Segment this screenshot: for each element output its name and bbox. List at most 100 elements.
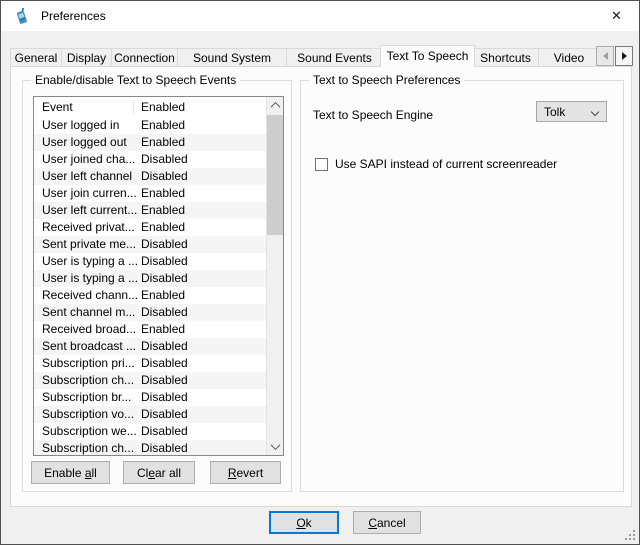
enabled-cell: Disabled xyxy=(141,270,266,287)
tab-label: Display xyxy=(67,51,106,65)
tab-shortcuts[interactable]: Shortcuts xyxy=(472,48,539,67)
tab-scroll-left-button[interactable] xyxy=(596,46,614,66)
table-row[interactable]: Received broad... Enabled xyxy=(34,321,266,338)
event-cell: Sent channel m... xyxy=(42,304,141,321)
engine-dropdown-value: Tolk xyxy=(544,105,565,119)
engine-label: Text to Speech Engine xyxy=(313,108,433,122)
sapi-checkbox-row[interactable]: Use SAPI instead of current screenreader xyxy=(315,157,557,171)
tts-preferences-group: Text to Speech Preferences Text to Speec… xyxy=(300,80,624,492)
scrollbar-thumb[interactable] xyxy=(267,115,284,235)
table-row[interactable]: Subscription br... Disabled xyxy=(34,389,266,406)
enabled-cell: Disabled xyxy=(141,440,266,455)
table-row[interactable]: User is typing a ... Disabled xyxy=(34,253,266,270)
table-row[interactable]: Subscription ch... Disabled xyxy=(34,372,266,389)
table-row[interactable]: User logged in Enabled xyxy=(34,117,266,134)
table-row[interactable]: User joined cha... Disabled xyxy=(34,151,266,168)
tab-label: Sound Events xyxy=(297,51,372,65)
left-arrow-icon xyxy=(603,52,608,60)
table-row[interactable]: User logged out Enabled xyxy=(34,134,266,151)
scroll-up-button[interactable] xyxy=(267,97,284,114)
revert-button[interactable]: Revert xyxy=(210,461,281,484)
tab-video[interactable]: Video xyxy=(538,48,600,67)
table-row[interactable]: Sent private me... Disabled xyxy=(34,236,266,253)
engine-dropdown[interactable]: Tolk xyxy=(536,101,607,122)
dropdown-chevron-icon xyxy=(591,108,599,116)
enabled-cell: Enabled xyxy=(141,134,266,151)
event-cell: Subscription vo... xyxy=(42,406,141,423)
enabled-cell: Enabled xyxy=(141,219,266,236)
ok-button[interactable]: Ok xyxy=(269,511,339,534)
close-button[interactable]: ✕ xyxy=(594,1,639,31)
event-cell: Subscription br... xyxy=(42,389,141,406)
tts-preferences-group-title: Text to Speech Preferences xyxy=(309,73,464,87)
table-row[interactable]: Received privat... Enabled xyxy=(34,219,266,236)
tab-label: General xyxy=(15,51,58,65)
enabled-cell: Disabled xyxy=(141,406,266,423)
enabled-cell: Disabled xyxy=(141,253,266,270)
event-cell: Received broad... xyxy=(42,321,141,338)
table-row[interactable]: Subscription vo... Disabled xyxy=(34,406,266,423)
column-header-event[interactable]: Event xyxy=(42,97,141,117)
tab-connection[interactable]: Connection xyxy=(111,48,178,67)
tab-scroll-right-button[interactable] xyxy=(615,46,633,66)
table-row[interactable]: User join curren... Enabled xyxy=(34,185,266,202)
event-cell: User logged in xyxy=(42,117,141,134)
tab-scroll-buttons xyxy=(595,46,633,66)
column-header-enabled[interactable]: Enabled xyxy=(141,97,266,117)
preferences-dialog: Preferences ✕ General Display Connection… xyxy=(0,0,640,545)
enabled-cell: Disabled xyxy=(141,389,266,406)
vertical-scrollbar[interactable] xyxy=(266,97,283,455)
enabled-cell: Disabled xyxy=(141,338,266,355)
event-list[interactable]: Event Enabled User logged in Enabled Use… xyxy=(33,96,284,456)
event-cell: Subscription we... xyxy=(42,423,141,440)
enable-all-button[interactable]: Enable all xyxy=(31,461,110,484)
event-list-body: User logged in Enabled User logged out E… xyxy=(34,117,266,455)
tab-label: Sound System xyxy=(193,51,271,65)
table-row[interactable]: Received chann... Enabled xyxy=(34,287,266,304)
event-cell: Subscription ch... xyxy=(42,440,141,455)
event-cell: User joined cha... xyxy=(42,151,141,168)
enabled-cell: Disabled xyxy=(141,151,266,168)
tab-sound-system[interactable]: Sound System xyxy=(177,48,287,67)
right-arrow-icon xyxy=(622,52,627,60)
table-row[interactable]: Subscription ch... Disabled xyxy=(34,440,266,455)
table-row[interactable]: Sent broadcast ... Disabled xyxy=(34,338,266,355)
table-row[interactable]: User left current... Enabled xyxy=(34,202,266,219)
event-cell: User is typing a ... xyxy=(42,253,141,270)
tab-page-text-to-speech: Enable/disable Text to Speech Events Eve… xyxy=(10,66,632,507)
tab-text-to-speech[interactable]: Text To Speech xyxy=(380,45,475,67)
enabled-cell: Enabled xyxy=(141,117,266,134)
sapi-checkbox[interactable] xyxy=(315,158,328,171)
event-cell: Received chann... xyxy=(42,287,141,304)
tab-sound-events[interactable]: Sound Events xyxy=(286,48,383,67)
cancel-button[interactable]: Cancel xyxy=(353,511,421,534)
table-row[interactable]: Subscription we... Disabled xyxy=(34,423,266,440)
event-cell: Subscription ch... xyxy=(42,372,141,389)
event-list-header[interactable]: Event Enabled xyxy=(34,97,266,117)
tab-display[interactable]: Display xyxy=(61,48,112,67)
enabled-cell: Disabled xyxy=(141,372,266,389)
table-row[interactable]: User is typing a ... Disabled xyxy=(34,270,266,287)
title-bar[interactable]: Preferences ✕ xyxy=(1,1,639,31)
table-row[interactable]: User left channel Disabled xyxy=(34,168,266,185)
event-cell: User left current... xyxy=(42,202,141,219)
enabled-cell: Disabled xyxy=(141,168,266,185)
enabled-cell: Disabled xyxy=(141,423,266,440)
event-cell: Sent broadcast ... xyxy=(42,338,141,355)
enabled-cell: Enabled xyxy=(141,202,266,219)
event-cell: Received privat... xyxy=(42,219,141,236)
resize-grip[interactable] xyxy=(622,527,635,540)
event-cell: User join curren... xyxy=(42,185,141,202)
table-row[interactable]: Sent channel m... Disabled xyxy=(34,304,266,321)
clear-all-button[interactable]: Clear all xyxy=(123,461,195,484)
table-row[interactable]: Subscription pri... Disabled xyxy=(34,355,266,372)
scroll-down-button[interactable] xyxy=(267,438,284,455)
event-cell: User logged out xyxy=(42,134,141,151)
tab-general[interactable]: General xyxy=(10,48,62,67)
enabled-cell: Enabled xyxy=(141,185,266,202)
chevron-down-icon xyxy=(271,440,281,450)
event-cell: User is typing a ... xyxy=(42,270,141,287)
tab-strip: General Display Connection Sound System … xyxy=(10,45,599,67)
enabled-cell: Enabled xyxy=(141,321,266,338)
sapi-checkbox-label: Use SAPI instead of current screenreader xyxy=(335,157,557,171)
